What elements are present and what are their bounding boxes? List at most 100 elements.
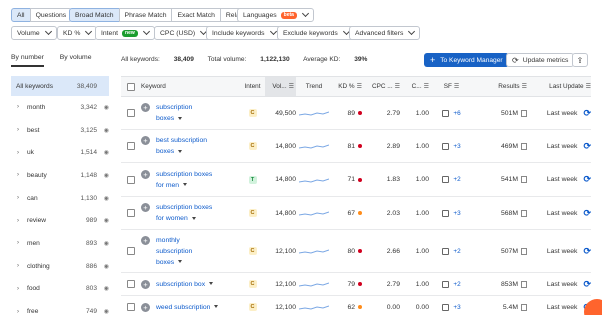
sidebar-item-men[interactable]: › men 893 ◉ <box>11 232 109 255</box>
refresh-icon[interactable]: ⟳ <box>583 174 591 185</box>
tab-exact-match[interactable]: Exact Match <box>171 8 221 22</box>
dropdown-caret-icon[interactable] <box>214 305 219 309</box>
eye-icon[interactable]: ◉ <box>97 308 109 315</box>
refresh-icon[interactable]: ⟳ <box>583 108 591 119</box>
row-checkbox[interactable] <box>127 209 135 217</box>
keyword-link[interactable]: weed subscription <box>156 302 219 313</box>
refresh-icon[interactable]: ⟳ <box>583 279 591 290</box>
eye-icon[interactable]: ◉ <box>97 217 109 224</box>
refresh-icon[interactable]: ⟳ <box>583 208 591 219</box>
row-checkbox[interactable] <box>127 303 135 311</box>
dropdown-caret-icon[interactable] <box>183 183 188 187</box>
volume-filter[interactable]: Volume <box>11 26 57 40</box>
sidebar-item-food[interactable]: › food 803 ◉ <box>11 278 109 301</box>
languages-dropdown[interactable]: Languages beta <box>237 8 314 22</box>
col-trend[interactable]: Trend <box>296 83 332 90</box>
col-competition[interactable]: C... ☰ <box>400 83 429 90</box>
tab-broad-match[interactable]: Broad Match <box>69 8 120 22</box>
add-icon[interactable]: + <box>141 103 150 112</box>
sidebar-item-review[interactable]: › review 989 ◉ <box>11 209 109 232</box>
eye-icon[interactable]: ◉ <box>97 195 109 202</box>
col-cpc[interactable]: CPC ... ☰ <box>362 83 400 90</box>
eye-icon[interactable]: ◉ <box>97 263 109 270</box>
dropdown-caret-icon[interactable] <box>178 260 183 264</box>
last-update-cell: Last week ⟳ <box>527 108 591 119</box>
sidebar-item-beauty[interactable]: › beauty 1,148 ◉ <box>11 164 109 187</box>
keyword-link[interactable]: best subscription boxes <box>156 135 207 157</box>
keyword-link[interactable]: subscription boxes for men <box>156 169 212 191</box>
kd-filter[interactable]: KD % <box>57 26 98 40</box>
sf-more-link[interactable]: +6 <box>453 110 460 117</box>
col-results[interactable]: Results ☰ <box>474 83 527 90</box>
tab-by-number[interactable]: By number <box>11 54 44 67</box>
advanced-filters[interactable]: Advanced filters <box>349 26 421 40</box>
sidebar-item-all-keywords[interactable]: All keywords 38,409 <box>11 76 109 96</box>
keyword-cell: + subscription box <box>141 279 240 290</box>
sidebar-item-month[interactable]: › month 3,342 ◉ <box>11 96 109 119</box>
cpc-filter[interactable]: CPC (USD) <box>154 26 213 40</box>
keyword-link[interactable]: monthly subscription boxes <box>156 235 192 268</box>
tab-all[interactable]: All <box>11 8 31 22</box>
table-row: + weed subscription C 12,100 62 0.00 0.00 +3 5.4… <box>121 296 591 315</box>
results-value: 469M <box>500 142 518 150</box>
eye-icon[interactable]: ◉ <box>97 104 109 111</box>
dropdown-caret-icon[interactable] <box>178 149 183 153</box>
sidebar-item-best[interactable]: › best 3,125 ◉ <box>11 119 109 142</box>
sidebar-item-can[interactable]: › can 1,130 ◉ <box>11 187 109 210</box>
refresh-icon[interactable]: ⟳ <box>583 246 591 257</box>
to-keyword-manager-button[interactable]: + To Keyword Manager <box>424 53 509 67</box>
dropdown-caret-icon[interactable] <box>209 282 214 286</box>
sf-more-link[interactable]: +2 <box>453 281 460 288</box>
sf-more-link[interactable]: +3 <box>453 143 460 150</box>
keyword-stats: All keywords: 38,409 Total volume: 1,122… <box>121 56 379 63</box>
sort-icon: ☰ <box>453 84 460 90</box>
col-sf[interactable]: SF ☰ <box>429 83 474 90</box>
update-metrics-button[interactable]: ⟳ Update metrics <box>506 53 575 67</box>
results-value: 541M <box>500 176 518 183</box>
sf-more-link[interactable]: +3 <box>453 304 460 311</box>
col-kd[interactable]: KD % ☰ <box>332 83 362 90</box>
add-icon[interactable]: + <box>141 136 150 145</box>
intent-filter[interactable]: Intent new <box>95 26 155 40</box>
sf-more-link[interactable]: +2 <box>453 176 460 183</box>
eye-icon[interactable]: ◉ <box>97 149 109 156</box>
sidebar-item-label: uk <box>27 149 34 157</box>
tab-by-volume[interactable]: By volume <box>60 54 92 65</box>
tab-questions[interactable]: Questions <box>29 8 73 22</box>
add-icon[interactable]: + <box>141 169 150 179</box>
exclude-keywords-filter[interactable]: Exclude keywords <box>277 26 355 40</box>
dropdown-caret-icon[interactable] <box>191 216 196 220</box>
sidebar-item-free[interactable]: › free 749 ◉ <box>11 300 109 315</box>
row-checkbox[interactable] <box>127 175 135 184</box>
sf-more-link[interactable]: +2 <box>453 248 460 255</box>
col-last-update[interactable]: Last Update ☰ <box>527 83 591 90</box>
row-checkbox[interactable] <box>127 280 135 288</box>
select-all-checkbox[interactable] <box>127 82 135 91</box>
include-keywords-filter[interactable]: Include keywords <box>206 26 282 40</box>
row-checkbox[interactable] <box>127 109 135 117</box>
add-icon[interactable]: + <box>141 203 150 212</box>
row-checkbox[interactable] <box>127 247 135 255</box>
keyword-link[interactable]: subscription boxes for women <box>156 202 212 224</box>
add-icon[interactable]: + <box>141 279 150 289</box>
col-keyword[interactable]: Keyword <box>141 83 240 90</box>
keyword-link[interactable]: subscription box <box>156 279 214 290</box>
col-intent[interactable]: Intent <box>240 83 265 90</box>
sidebar-item-clothing[interactable]: › clothing 886 ◉ <box>11 255 109 278</box>
refresh-icon[interactable]: ⟳ <box>583 141 591 152</box>
sf-more-link[interactable]: +3 <box>453 210 460 217</box>
add-icon[interactable]: + <box>141 235 150 245</box>
dropdown-caret-icon[interactable] <box>178 116 183 120</box>
grouping-tabs: By number By volume <box>11 54 106 67</box>
eye-icon[interactable]: ◉ <box>97 240 109 247</box>
eye-icon[interactable]: ◉ <box>97 285 109 292</box>
col-volume[interactable]: Vol... ☰ <box>265 77 296 96</box>
eye-icon[interactable]: ◉ <box>97 127 109 134</box>
add-icon[interactable]: + <box>141 302 150 312</box>
export-button[interactable]: ⇪ <box>572 53 588 67</box>
row-checkbox[interactable] <box>127 142 135 150</box>
keyword-link[interactable]: subscription boxes <box>156 102 192 124</box>
sidebar-item-uk[interactable]: › uk 1,514 ◉ <box>11 141 109 164</box>
eye-icon[interactable]: ◉ <box>97 172 109 179</box>
tab-phrase-match[interactable]: Phrase Match <box>118 8 173 22</box>
